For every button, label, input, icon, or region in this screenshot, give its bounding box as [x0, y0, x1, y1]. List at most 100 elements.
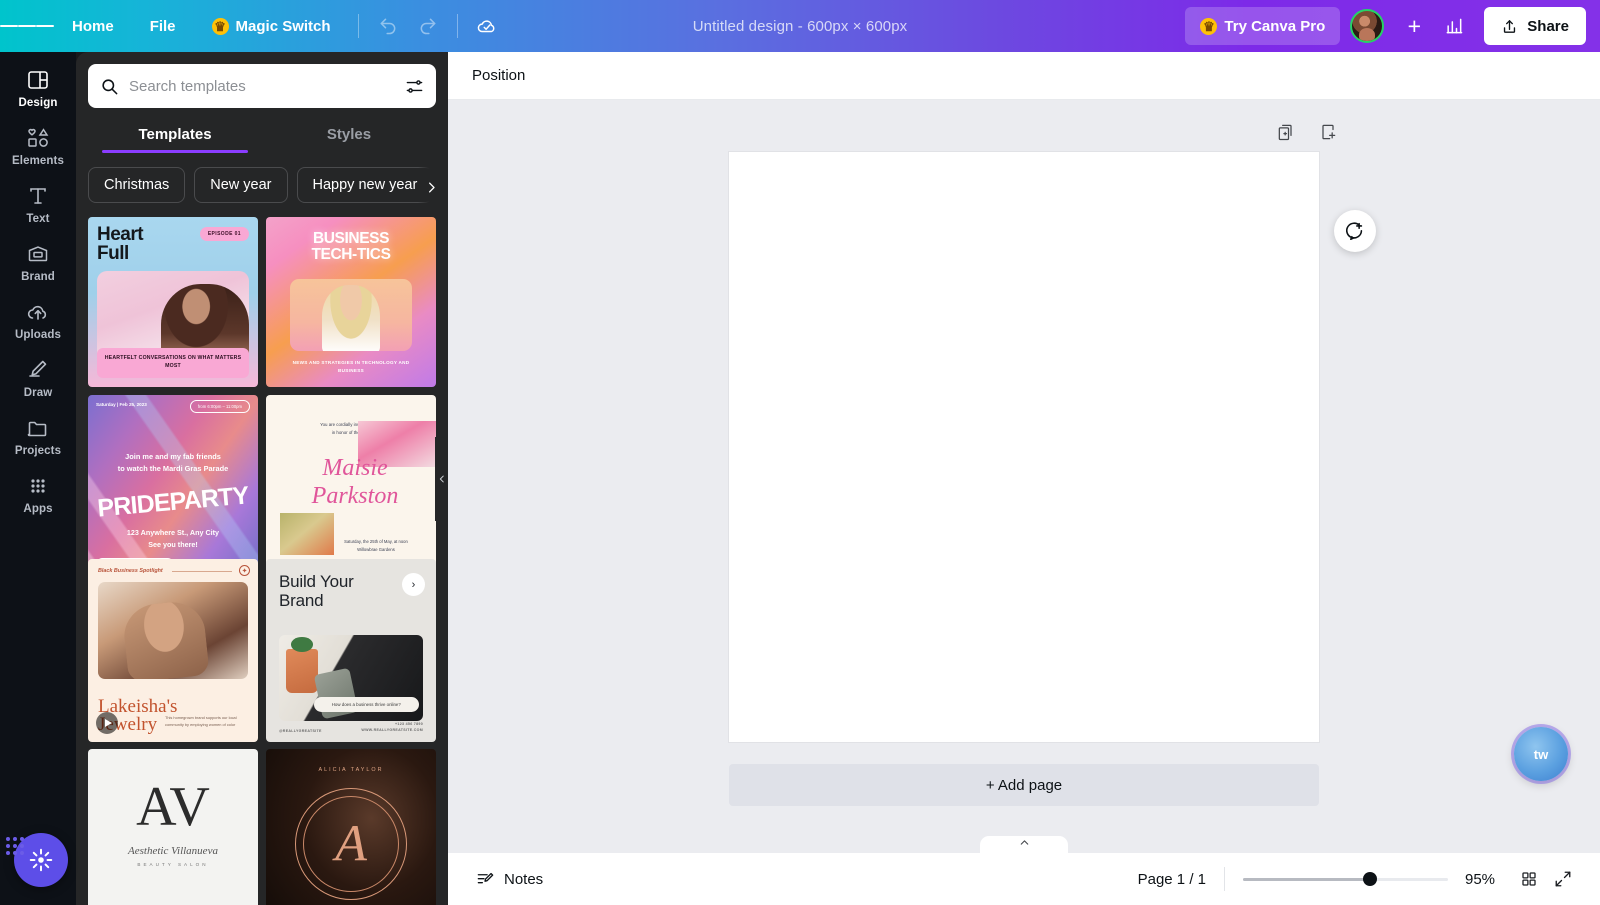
cloud-saved-button[interactable] — [469, 8, 505, 44]
template-script-name: Aesthetic Villanueva — [128, 845, 218, 857]
design-title[interactable]: Untitled design - 600px × 600px — [693, 18, 908, 35]
template-caption: HEARTFELT CONVERSATIONS ON WHAT MATTERS … — [97, 348, 249, 378]
design-page-canvas[interactable] — [729, 152, 1319, 742]
category-chips: Christmas New year Happy new year — [76, 153, 448, 203]
template-card-business-tech-tics[interactable]: BUSINESS TECH-TICS NEWS AND STRATEGIES I… — [266, 217, 436, 387]
template-title-line1: BUSINESS — [312, 230, 390, 247]
templates-grid: Heart Full EPISODE 01 HEARTFELT CONVERSA… — [76, 203, 448, 905]
hamburger-menu-icon[interactable] — [0, 0, 54, 52]
sidebar-item-draw[interactable]: Draw — [2, 348, 74, 406]
tab-templates[interactable]: Templates — [88, 118, 262, 153]
zoom-slider[interactable] — [1243, 869, 1448, 889]
chip-christmas[interactable]: Christmas — [88, 167, 186, 203]
template-monogram: A — [335, 815, 367, 873]
sidebar-label-brand: Brand — [21, 271, 55, 283]
grid-view-button[interactable] — [1512, 862, 1546, 896]
template-name-line1: Maisie — [322, 455, 388, 481]
topbar-right-group: ♛ Try Canva Pro + Share — [1185, 7, 1600, 45]
template-date: Saturday | Feb 25, 2023 — [96, 402, 147, 407]
template-card-lakeishas-jewelry[interactable]: Black Business Spotlight ✦ Lakeisha's Je… — [88, 559, 258, 742]
analytics-button[interactable] — [1436, 8, 1472, 44]
redo-button[interactable] — [410, 8, 446, 44]
template-photo — [290, 279, 412, 351]
magic-switch-menu-item[interactable]: ♛ Magic Switch — [198, 8, 345, 44]
canva-editor-window: Home File ♛ Magic Switch Untitled design… — [0, 0, 1600, 905]
assistant-bot-label: tw — [1533, 746, 1549, 762]
zoom-value[interactable]: 95% — [1448, 871, 1512, 888]
template-line4: See you there! — [148, 540, 198, 550]
notes-icon — [477, 872, 494, 883]
panel-collapse-handle[interactable] — [435, 436, 448, 521]
chip-happy-new-year[interactable]: Happy new year — [296, 167, 434, 203]
template-name-line2: Parkston — [311, 482, 399, 509]
user-avatar[interactable] — [1350, 7, 1394, 45]
template-big-title: PRIDEPARTY — [96, 481, 250, 523]
chips-next-arrow-icon[interactable] — [418, 167, 444, 203]
template-card-alicia-taylor[interactable]: ALICIA TAYLOR A — [266, 749, 436, 905]
notes-expand-tab[interactable] — [980, 836, 1068, 853]
template-card-maisie-parkston[interactable]: You are cordially invited to a luncheon … — [266, 395, 436, 578]
template-card-build-your-brand[interactable]: Build Your Brand › How does a business t… — [266, 559, 436, 742]
template-title-line2: Full — [97, 242, 129, 264]
template-line2: to watch the Mardi Gras Parade — [117, 463, 229, 473]
sidebar-item-design[interactable]: Design — [2, 58, 74, 116]
tab-styles[interactable]: Styles — [262, 118, 436, 153]
template-photo-flowers — [280, 513, 334, 555]
template-lines-bottom: 123 Anywhere St., Any City See you there… — [88, 527, 258, 551]
page-counter: Page 1 / 1 — [1137, 870, 1206, 888]
status-bar-right: Page 1 / 1 95% — [1138, 862, 1580, 896]
template-card-pride-party[interactable]: Saturday | Feb 25, 2023 from 6:00pm – 11… — [88, 395, 258, 578]
notes-button[interactable]: Notes — [468, 864, 551, 895]
sidebar-label-elements: Elements — [12, 155, 64, 167]
sidebar-item-apps[interactable]: Apps — [2, 464, 74, 522]
topbar-left-group: Home File ♛ Magic Switch — [0, 0, 507, 52]
magic-switch-label: Magic Switch — [235, 17, 331, 35]
position-button[interactable]: Position — [468, 61, 529, 90]
template-caption: NEWS AND STRATEGIES IN TECHNOLOGY AND BU… — [292, 360, 410, 374]
sidebar-label-apps: Apps — [23, 503, 53, 515]
zoom-slider-thumb[interactable] — [1363, 872, 1378, 886]
search-input[interactable] — [129, 77, 395, 95]
template-photo — [98, 582, 248, 679]
chevron-right-icon[interactable]: › — [402, 573, 425, 596]
filter-sliders-icon[interactable] — [405, 77, 424, 96]
add-comment-icon — [1345, 222, 1363, 241]
add-comment-button[interactable] — [1334, 210, 1376, 252]
template-time-pill: from 6:00pm – 11:00pm — [189, 400, 250, 413]
add-page-button[interactable]: + Add page — [729, 764, 1319, 806]
sidebar-item-uploads[interactable]: Uploads — [2, 290, 74, 348]
drag-handle-dots[interactable] — [6, 837, 24, 855]
add-page-icon[interactable] — [1318, 122, 1338, 147]
duplicate-page-icon[interactable] — [1276, 122, 1296, 147]
sidebar-item-elements[interactable]: Elements — [2, 116, 74, 174]
file-menu-item[interactable]: File — [136, 8, 190, 44]
editor-area: Position + Add page tw Notes Page 1 / 1 … — [448, 52, 1600, 905]
try-pro-label: Try Canva Pro — [1224, 17, 1326, 35]
star-icon: ✦ — [239, 565, 250, 576]
try-canva-pro-button[interactable]: ♛ Try Canva Pro — [1185, 7, 1341, 45]
sidebar-label-design: Design — [18, 97, 58, 109]
canvas-area: + Add page tw — [448, 100, 1600, 853]
chip-new-year[interactable]: New year — [194, 167, 288, 203]
invite-members-button[interactable]: + — [1396, 8, 1432, 44]
left-side-rail: Design Elements Text Brand Uploads Draw — [0, 52, 76, 905]
template-line3: 123 Anywhere St., Any City — [126, 528, 220, 537]
fullscreen-button[interactable] — [1546, 862, 1580, 896]
crown-icon: ♛ — [211, 17, 229, 35]
template-card-heart-full[interactable]: Heart Full EPISODE 01 HEARTFELT CONVERSA… — [88, 217, 258, 387]
undo-button[interactable] — [370, 8, 406, 44]
template-header: Black Business Spotlight — [98, 568, 163, 574]
home-menu-item[interactable]: Home — [58, 8, 128, 44]
sidebar-item-projects[interactable]: Projects — [2, 406, 74, 464]
sidebar-item-text[interactable]: Text — [2, 174, 74, 232]
template-footer-site: WWW.REALLYGREATSITE.COM — [361, 727, 423, 732]
sidebar-item-brand[interactable]: Brand — [2, 232, 74, 290]
template-title-line2: Brand — [279, 591, 324, 611]
search-row — [76, 52, 448, 108]
assistant-bot-button[interactable]: tw — [1514, 727, 1568, 781]
share-button[interactable]: Share — [1484, 7, 1586, 45]
toolbar-divider-1 — [357, 14, 359, 38]
template-card-aesthetic-villanueva[interactable]: AV Aesthetic Villanueva BEAUTY SALON — [88, 749, 258, 905]
search-box[interactable] — [88, 64, 436, 108]
panel-tabs: Templates Styles — [76, 118, 448, 153]
